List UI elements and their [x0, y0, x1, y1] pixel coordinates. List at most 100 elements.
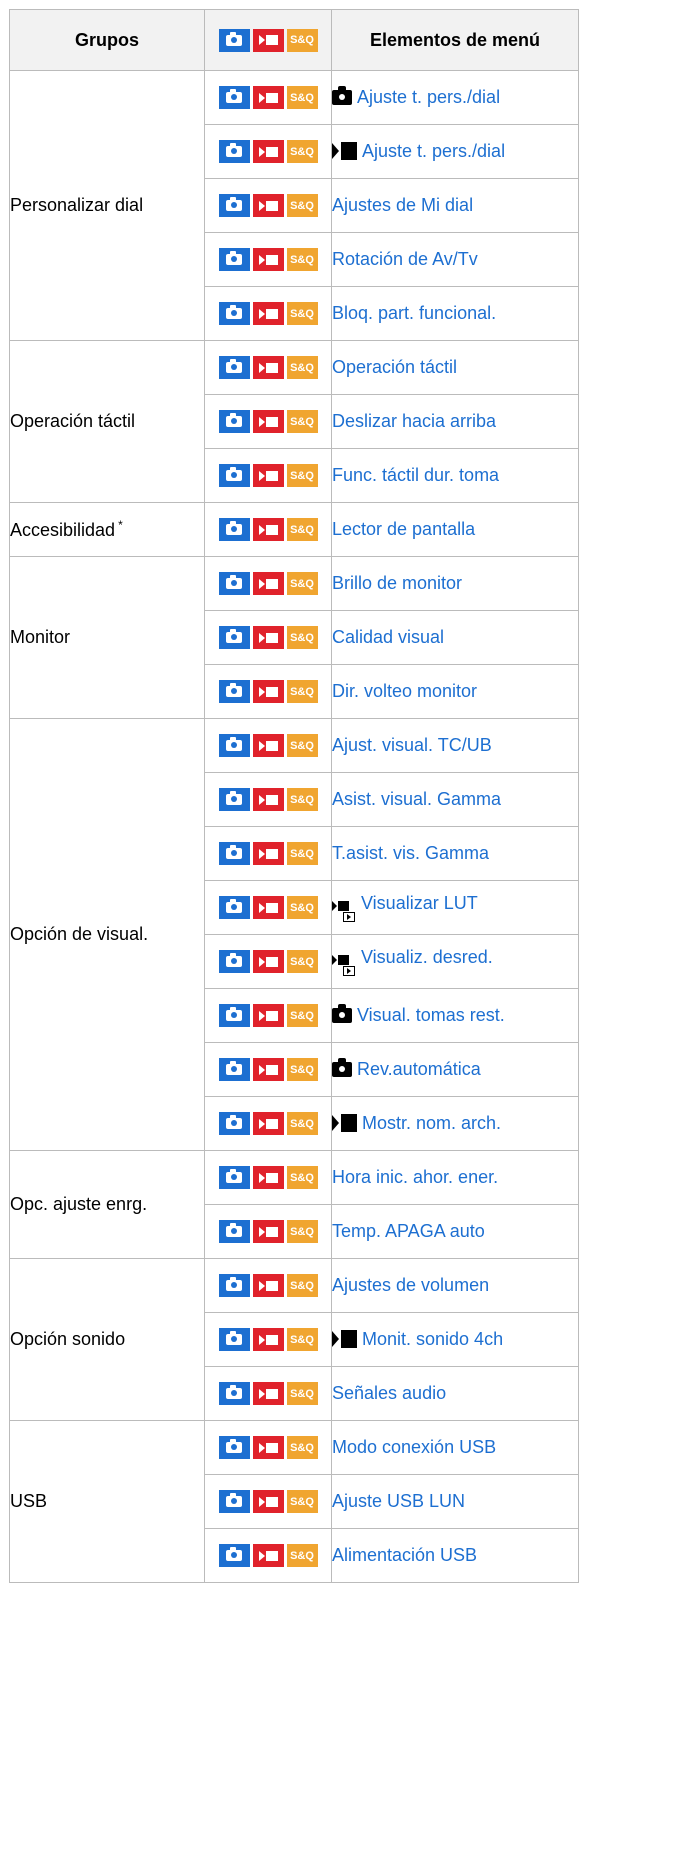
- item-cell: Alimentación USB: [331, 1528, 579, 1583]
- table-row: Accesibilidad * S&Q Lector de pantalla: [9, 502, 579, 557]
- sq-mode-icon: S&Q: [286, 1436, 318, 1459]
- item-cell: Asist. visual. Gamma: [331, 772, 579, 827]
- menu-item-link-alimentacion-usb[interactable]: Alimentación USB: [332, 1545, 477, 1565]
- mode-badges: S&Q: [218, 1220, 318, 1243]
- mode-cell: S&Q: [204, 394, 332, 449]
- group-label: Opc. ajuste enrg.: [10, 1194, 148, 1214]
- menu-item-link-deslizar-hacia-arriba[interactable]: Deslizar hacia arriba: [332, 411, 496, 431]
- mode-cell: S&Q: [204, 826, 332, 881]
- menu-item-link-modo-conexion-usb[interactable]: Modo conexión USB: [332, 1437, 496, 1457]
- table-header-row: Grupos S&Q Elementos de menú: [9, 9, 579, 71]
- item-cell: Deslizar hacia arriba: [331, 394, 579, 449]
- mode-badges: S&Q: [218, 1544, 318, 1567]
- movie-mode-icon: [252, 734, 284, 757]
- sq-mode-icon: S&Q: [286, 1004, 318, 1027]
- mode-cell: S&Q: [204, 1204, 332, 1259]
- item-cell: Visualiz. desred.: [331, 934, 579, 989]
- table-row: Opción sonido S&Q Ajustes de volumen: [9, 1258, 579, 1421]
- menu-item-link-temp-apaga-auto[interactable]: Temp. APAGA auto: [332, 1221, 485, 1241]
- menu-item-link-lector-de-pantalla[interactable]: Lector de pantalla: [332, 519, 475, 539]
- menu-item-link-ajuste-t-pers-dial[interactable]: Ajuste t. pers./dial: [357, 87, 500, 107]
- sq-mode-icon: S&Q: [286, 734, 318, 757]
- movie-mode-icon: [252, 1112, 284, 1135]
- mode-badges: S&Q: [218, 680, 318, 703]
- menu-item-link-visual-tomas-rest[interactable]: Visual. tomas rest.: [357, 1005, 505, 1025]
- sq-mode-icon: S&Q: [286, 1274, 318, 1297]
- sq-mode-icon: S&Q: [286, 1328, 318, 1351]
- photo-mode-icon: [218, 734, 250, 757]
- mode-badges: S&Q: [218, 86, 318, 109]
- sq-mode-icon: S&Q: [286, 86, 318, 109]
- photo-mode-icon: [218, 86, 250, 109]
- menu-item-link-rev-automatica[interactable]: Rev.automática: [357, 1059, 481, 1079]
- menu-item-link-ajust-visual-tc-ub[interactable]: Ajust. visual. TC/UB: [332, 735, 492, 755]
- menu-item-link-ajustes-de-mi-dial[interactable]: Ajustes de Mi dial: [332, 195, 473, 215]
- item-cell: Brillo de monitor: [331, 556, 579, 611]
- group-label: Monitor: [10, 627, 71, 647]
- mode-badges: S&Q: [218, 572, 318, 595]
- menu-item-link-hora-inic-ahor-ener[interactable]: Hora inic. ahor. ener.: [332, 1167, 498, 1187]
- mode-badges: S&Q: [218, 1274, 318, 1297]
- item-cell: Rotación de Av/Tv: [331, 232, 579, 287]
- item-cell: Ajuste t. pers./dial: [331, 70, 579, 125]
- sq-mode-icon: S&Q: [286, 1220, 318, 1243]
- sq-mode-icon: S&Q: [286, 194, 318, 217]
- menu-item-link-visualiz-desred[interactable]: Visualiz. desred.: [361, 947, 493, 967]
- mode-cell: S&Q: [204, 556, 332, 611]
- group-monitor: Monitor: [9, 556, 205, 719]
- mode-cell: S&Q: [204, 772, 332, 827]
- menu-item-link-calidad-visual[interactable]: Calidad visual: [332, 627, 444, 647]
- table-row: USB S&Q Modo conexión USB: [9, 1420, 579, 1583]
- movie-mode-icon: [252, 788, 284, 811]
- sq-mode-icon: S&Q: [286, 896, 318, 919]
- mode-badges: S&Q: [218, 248, 318, 271]
- menu-item-link-ajuste-usb-lun[interactable]: Ajuste USB LUN: [332, 1491, 465, 1511]
- movie-mode-icon: [252, 896, 284, 919]
- mode-cell: S&Q: [204, 232, 332, 287]
- menu-item-link-func-tactil-dur-toma[interactable]: Func. táctil dur. toma: [332, 465, 499, 485]
- mode-cell: S&Q: [204, 70, 332, 125]
- sq-mode-icon: S&Q: [286, 464, 318, 487]
- movie-mode-icon: [252, 356, 284, 379]
- menu-item-link-rotacion-de-av-tv[interactable]: Rotación de Av/Tv: [332, 249, 478, 269]
- menu-item-link-visualizar-lut[interactable]: Visualizar LUT: [361, 893, 478, 913]
- item-cell: Visual. tomas rest.: [331, 988, 579, 1043]
- mode-badges: S&Q: [218, 518, 318, 541]
- menu-item-link-asist-visual-gamma[interactable]: Asist. visual. Gamma: [332, 789, 501, 809]
- sq-mode-icon: S&Q: [286, 842, 318, 865]
- menu-item-link-t-asist-vis-gamma[interactable]: T.asist. vis. Gamma: [332, 843, 489, 863]
- mode-badges: S&Q: [218, 302, 318, 325]
- menu-item-link-ajustes-de-volumen[interactable]: Ajustes de volumen: [332, 1275, 489, 1295]
- photo-mode-icon: [218, 788, 250, 811]
- item-cell: Mostr. nom. arch.: [331, 1096, 579, 1151]
- mode-cell: S&Q: [204, 1366, 332, 1421]
- group-usb: USB: [9, 1420, 205, 1583]
- sq-mode-icon: S&Q: [286, 356, 318, 379]
- menu-item-link-monit-sonido-4ch[interactable]: Monit. sonido 4ch: [362, 1329, 503, 1349]
- sq-mode-icon: S&Q: [286, 1058, 318, 1081]
- menu-item-link-ajuste-t-pers-dial[interactable]: Ajuste t. pers./dial: [362, 141, 505, 161]
- menu-item-link-operacion-tactil[interactable]: Operación táctil: [332, 357, 457, 377]
- photo-mode-icon: [218, 464, 250, 487]
- menu-item-link-senales-audio[interactable]: Señales audio: [332, 1383, 446, 1403]
- group-label: Accesibilidad: [10, 520, 116, 540]
- mode-badges: S&Q: [218, 788, 318, 811]
- menu-item-link-bloq-part-funcional[interactable]: Bloq. part. funcional.: [332, 303, 496, 323]
- photo-camera-icon: [332, 86, 352, 105]
- items-header: Elementos de menú: [331, 9, 579, 71]
- menu-item-link-dir-volteo-monitor[interactable]: Dir. volteo monitor: [332, 681, 477, 701]
- mode-cell: S&Q: [204, 610, 332, 665]
- mode-cell: S&Q: [204, 124, 332, 179]
- item-cell: Calidad visual: [331, 610, 579, 665]
- item-cell: Monit. sonido 4ch: [331, 1312, 579, 1367]
- sq-mode-icon: S&Q: [286, 788, 318, 811]
- menu-item-link-mostr-nom-arch[interactable]: Mostr. nom. arch.: [362, 1113, 501, 1133]
- movie-mode-icon: [252, 410, 284, 433]
- menu-item-link-brillo-de-monitor[interactable]: Brillo de monitor: [332, 573, 462, 593]
- photo-mode-icon: [218, 572, 250, 595]
- movie-mode-icon: [252, 248, 284, 271]
- sq-mode-icon: S&Q: [286, 518, 318, 541]
- mode-cell: S&Q: [204, 880, 332, 935]
- mode-cell: S&Q: [204, 1474, 332, 1529]
- mode-badges: S&Q: [218, 1058, 318, 1081]
